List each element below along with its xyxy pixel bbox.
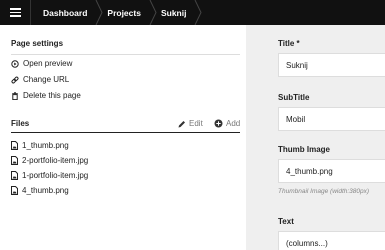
delete-page-link[interactable]: Delete this page xyxy=(11,91,81,100)
breadcrumb-projects[interactable]: Projects xyxy=(101,0,157,25)
breadcrumb-projects-label: Projects xyxy=(107,7,141,18)
file-image-icon xyxy=(11,156,18,165)
file-item[interactable]: 2-portfolio-item.jpg xyxy=(11,156,88,165)
file-item[interactable]: 1_thumb.png xyxy=(11,141,69,150)
file-name: 2-portfolio-item.jpg xyxy=(22,156,89,165)
divider xyxy=(11,54,240,55)
top-bar: Dashboard Projects Suknij xyxy=(0,0,385,25)
delete-page-label: Delete this page xyxy=(23,91,81,100)
add-file-button[interactable]: Add xyxy=(214,119,240,128)
edit-files-button[interactable]: Edit xyxy=(178,119,203,128)
thumb-image-help-text: Thumbnail Image (width:380px) xyxy=(278,188,370,195)
breadcrumb-dashboard-label: Dashboard xyxy=(43,7,88,18)
menu-button[interactable] xyxy=(0,0,31,25)
plus-circle-icon xyxy=(214,119,223,128)
file-item[interactable]: 4_thumb.png xyxy=(11,186,69,195)
file-image-icon xyxy=(11,186,18,195)
subtitle-field-label: SubTitle xyxy=(278,93,310,102)
thumb-image-field-label: Thumb Image xyxy=(278,145,331,154)
title-field-label: Title * xyxy=(278,39,300,48)
subtitle-input[interactable]: Mobil xyxy=(278,107,385,131)
trash-icon xyxy=(12,91,18,100)
file-image-icon xyxy=(11,141,18,150)
text-field-label: Text xyxy=(278,217,294,226)
change-url-link[interactable]: Change URL xyxy=(11,75,69,84)
breadcrumb-dashboard[interactable]: Dashboard xyxy=(31,0,103,25)
preview-icon xyxy=(11,59,19,68)
title-input[interactable]: Suknij xyxy=(278,53,385,77)
file-name: 4_thumb.png xyxy=(22,186,69,195)
edit-label: Edit xyxy=(189,119,203,128)
open-preview-link[interactable]: Open preview xyxy=(11,59,72,68)
thumb-image-input[interactable]: 4_thumb.png xyxy=(278,159,385,183)
open-preview-label: Open preview xyxy=(23,59,73,68)
file-item[interactable]: 1-portfolio-item.jpg xyxy=(11,171,88,180)
file-image-icon xyxy=(11,171,18,180)
link-icon xyxy=(11,76,19,83)
divider xyxy=(11,132,240,133)
hamburger-menu-icon xyxy=(9,8,21,17)
pencil-icon xyxy=(178,120,185,127)
breadcrumb-current[interactable]: Suknij xyxy=(155,0,203,25)
add-label: Add xyxy=(226,119,241,128)
change-url-label: Change URL xyxy=(23,75,70,84)
sidebar-panel: Page settings Open preview Change URL De… xyxy=(0,25,246,250)
page-settings-title: Page settings xyxy=(11,39,64,48)
file-name: 1-portfolio-item.jpg xyxy=(22,171,89,180)
text-input[interactable]: (columns...) xyxy=(278,231,385,250)
breadcrumb-current-label: Suknij xyxy=(160,7,187,18)
file-name: 1_thumb.png xyxy=(22,141,69,150)
files-title: Files xyxy=(11,119,30,128)
breadcrumb-separator-icon xyxy=(195,0,203,25)
page-form: Title * Suknij SubTitle Mobil Thumb Imag… xyxy=(246,25,385,250)
